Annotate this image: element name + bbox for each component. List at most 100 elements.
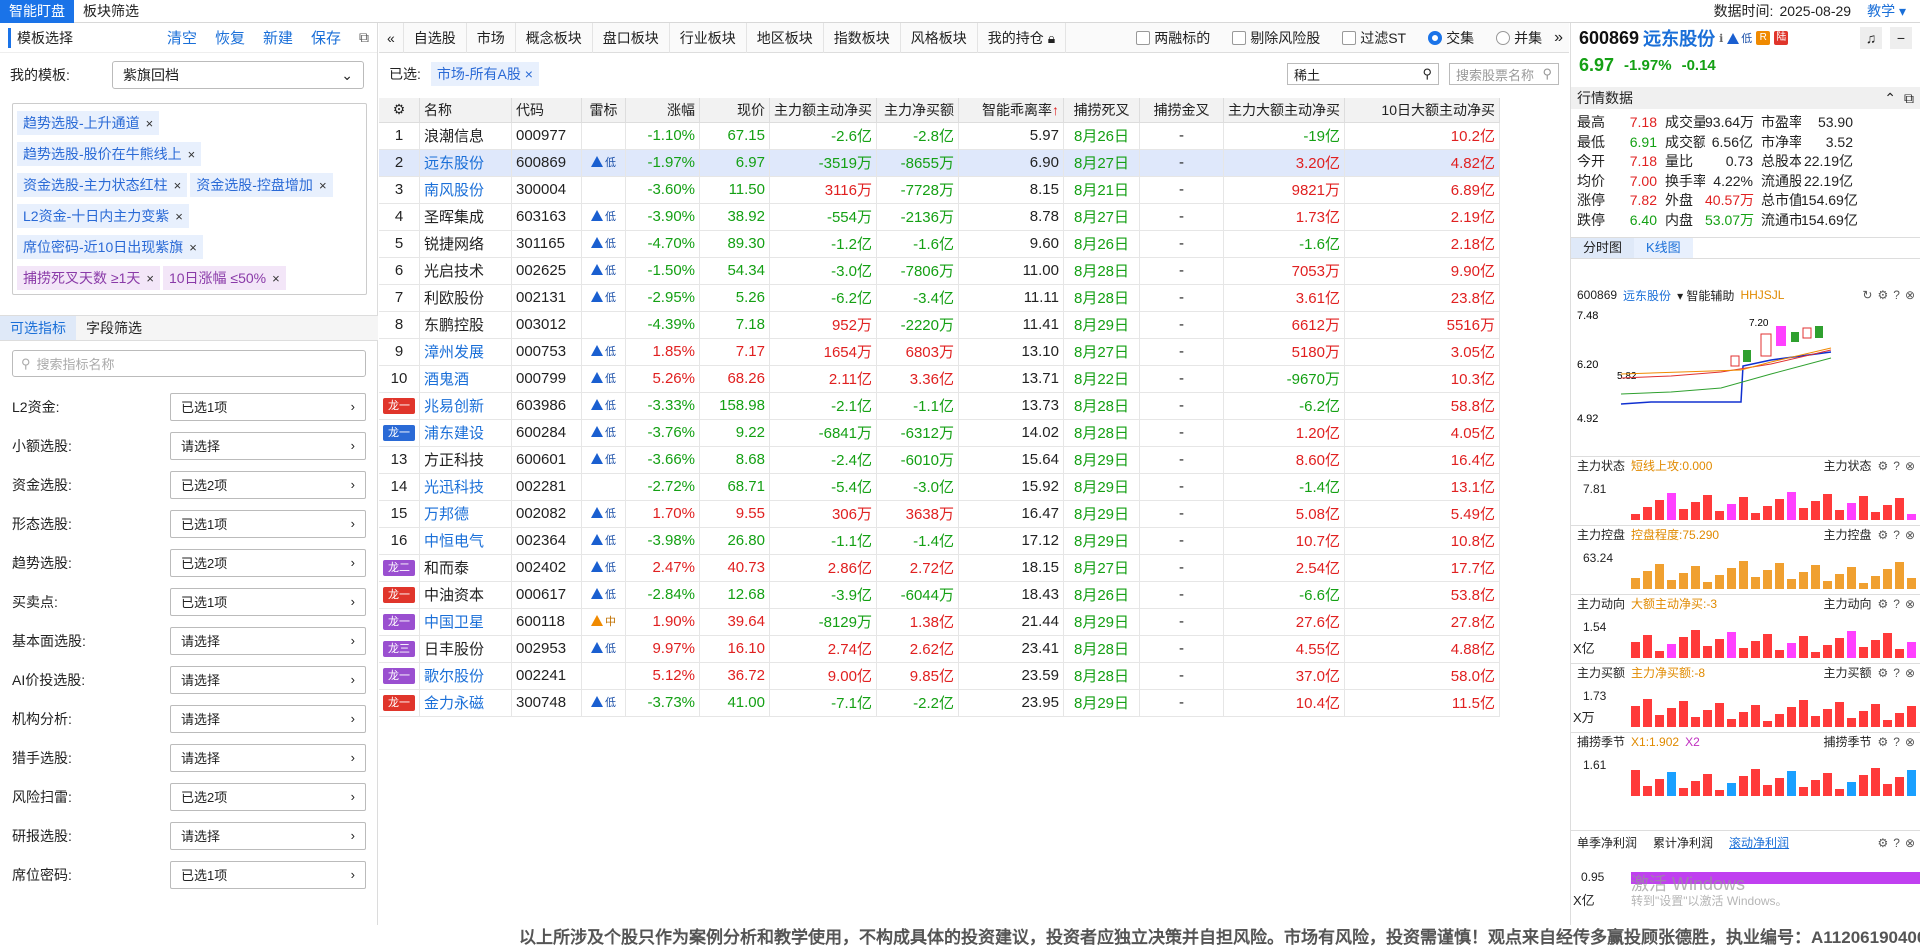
lei-badge[interactable]: 低 — [591, 343, 616, 359]
exclude-risk-check[interactable]: 剔除风险股 — [1232, 28, 1320, 48]
tab-watchlist[interactable]: 自选股 — [404, 22, 467, 53]
filter-select[interactable]: 已选1项 › — [170, 587, 366, 616]
filter-select[interactable]: 请选择 › — [170, 704, 366, 733]
tab-cumulative-profit[interactable]: 累计净利润 — [1653, 834, 1713, 851]
stock-name[interactable]: 日丰股份 — [419, 635, 512, 663]
col-deviation[interactable]: 智能乖离率↑ — [958, 98, 1064, 123]
lei-badge[interactable]: 低 — [591, 235, 616, 251]
stock-name[interactable]: 漳州发展 — [419, 338, 512, 366]
lei-badge[interactable]: 低 — [591, 640, 616, 656]
expand-right-icon[interactable]: » — [1554, 29, 1563, 47]
filter-select[interactable]: 请选择 › — [170, 431, 366, 460]
filter-st-check[interactable]: 过滤ST — [1342, 28, 1406, 48]
col-golden-cross[interactable]: 捕捞金叉 — [1139, 98, 1224, 123]
table-row[interactable]: 龙一 中国卫星 600118 中 1.90% 39.64 -8129万 1.38… — [379, 608, 1500, 636]
filter-select[interactable]: 已选2项 › — [170, 782, 366, 811]
close-icon[interactable]: ⊗ — [1905, 459, 1915, 473]
indicator-search-input[interactable]: ⚲ 搜索指标名称 — [12, 350, 366, 377]
table-row[interactable]: 龙一 浦东建设 600284 低 -3.76% 9.22 -6841万 -631… — [379, 419, 1500, 447]
clear-button[interactable]: 清空 — [167, 27, 197, 48]
tag[interactable]: 趋势选股-股价在牛熊线上 × — [17, 142, 202, 166]
export-icon[interactable]: ⧉ — [359, 29, 369, 46]
minus-icon[interactable]: − — [1890, 27, 1912, 49]
collapse-icon[interactable]: ⌃ — [1884, 90, 1896, 107]
stock-name[interactable]: 方正科技 — [419, 446, 512, 474]
table-row[interactable]: 2 远东股份 600869 低 -1.97% 6.97 -3519万 -8655… — [379, 149, 1500, 177]
col-active-net-buy[interactable]: 主力额主动净买 — [769, 98, 877, 123]
filter-select[interactable]: 已选1项 › — [170, 392, 366, 421]
stock-name[interactable]: 东鹏控股 — [419, 311, 512, 339]
stock-name[interactable]: 酒鬼酒 — [419, 365, 512, 393]
tab-index[interactable]: 指数板块 — [824, 22, 901, 53]
kline-chart[interactable]: 600869 远东股份 ▾ 智能辅助 HHJSJL ↻ ⚙? ⊗ 7.48 6.20… — [1571, 286, 1920, 456]
stock-name[interactable]: 万邦德 — [419, 500, 512, 528]
help-icon[interactable]: ? — [1893, 597, 1900, 611]
tab-quarter-profit[interactable]: 单季净利润 — [1577, 834, 1637, 851]
table-row[interactable]: 13 方正科技 600601 低 -3.66% 8.68 -2.4亿 -6010… — [379, 446, 1500, 474]
col-big-net-buy[interactable]: 主力大额主动净买 — [1223, 98, 1345, 123]
tag[interactable]: 10日涨幅 ≤50% × — [162, 266, 286, 290]
tab-optional-indicators[interactable]: 可选指标 — [0, 316, 76, 340]
col-price[interactable]: 现价 — [699, 98, 770, 123]
popout-icon[interactable]: ⧉ — [1904, 90, 1914, 107]
lei-badge[interactable]: 低 — [591, 559, 616, 575]
indicator-panel[interactable]: 主力动向 大额主动净买:-3 主力动向 ⚙? ⊗ 1.54 X亿 — [1571, 594, 1920, 663]
filter-select[interactable]: 请选择 › — [170, 743, 366, 772]
table-row[interactable]: 龙一 中油资本 000617 低 -2.84% 12.68 -3.9亿 -604… — [379, 581, 1500, 609]
tag[interactable]: 资金选股-控盘增加 × — [190, 173, 333, 197]
assist-toggle[interactable]: ▾ 智能辅助 — [1677, 287, 1734, 304]
lei-badge[interactable]: 低 — [591, 154, 616, 170]
tab-concept[interactable]: 概念板块 — [516, 22, 593, 53]
lei-badge[interactable]: 低 — [591, 424, 616, 440]
tag[interactable]: 席位密码-近10日出现紫旗 × — [17, 235, 203, 259]
lei-badge[interactable]: 低 — [591, 586, 616, 602]
filter-select[interactable]: 已选2项 › — [170, 470, 366, 499]
filter-select[interactable]: 已选2项 › — [170, 548, 366, 577]
table-row[interactable]: 9 漳州发展 000753 低 1.85% 7.17 1654万 6803万 1… — [379, 338, 1500, 366]
indicator-panel[interactable]: 主力买额 主力净买额:-8 主力买额 ⚙? ⊗ 1.73 X万 — [1571, 663, 1920, 732]
tab-industry[interactable]: 行业板块 — [670, 22, 747, 53]
gear-icon[interactable]: ⚙ — [1877, 459, 1888, 473]
tab-market[interactable]: 市场 — [467, 22, 516, 53]
stock-search-input[interactable]: 搜索股票名称 ⚲ — [1449, 63, 1559, 85]
lei-badge[interactable]: 低 — [591, 694, 616, 710]
table-row[interactable]: 16 中恒电气 002364 低 -3.98% 26.80 -1.1亿 -1.4… — [379, 527, 1500, 555]
stock-name[interactable]: 中恒电气 — [419, 527, 512, 555]
col-10d-net-buy[interactable]: 10日大额主动净买 — [1344, 98, 1500, 123]
filter-select[interactable]: 已选1项 › — [170, 860, 366, 889]
lei-badge[interactable]: 低 — [591, 208, 616, 224]
tab-smart-watch[interactable]: 智能盯盘 — [0, 0, 74, 23]
col-dead-cross[interactable]: 捕捞死叉 — [1063, 98, 1140, 123]
table-row[interactable]: 龙二 和而泰 002402 低 2.47% 40.73 2.86亿 2.72亿 … — [379, 554, 1500, 582]
gear-icon[interactable]: ⚙ — [1877, 597, 1888, 611]
filter-select[interactable]: 请选择 › — [170, 821, 366, 850]
tab-field-filter[interactable]: 字段筛选 — [76, 316, 152, 340]
teach-link[interactable]: 教学 ▾ — [1867, 1, 1906, 21]
table-row[interactable]: 龙一 歌尔股份 002241 5.12% 36.72 9.00亿 9.85亿 2… — [379, 662, 1500, 690]
lei-badge[interactable]: 低 — [591, 262, 616, 278]
table-row[interactable]: 5 锐捷网络 301165 低 -4.70% 89.30 -1.2亿 -1.6亿… — [379, 230, 1500, 258]
help-icon[interactable]: ? — [1893, 459, 1900, 473]
keyword-input[interactable]: 稀土 ⚲ — [1287, 63, 1439, 85]
tag[interactable]: 趋势选股-上升通道 × — [17, 111, 160, 135]
lei-badge[interactable]: 低 — [591, 370, 616, 386]
stock-name[interactable]: 兆易创新 — [419, 392, 512, 420]
save-button[interactable]: 保存 — [311, 27, 341, 48]
table-row[interactable]: 4 圣晖集成 603163 低 -3.90% 38.92 -554万 -2136… — [379, 203, 1500, 231]
filter-select[interactable]: 已选1项 › — [170, 509, 366, 538]
lei-badge[interactable]: 低 — [591, 532, 616, 548]
col-lei[interactable]: 雷标 — [581, 98, 626, 123]
tab-intraday[interactable]: 分时图 — [1571, 237, 1635, 258]
stock-name[interactable]: 利欧股份 — [419, 284, 512, 312]
close-icon[interactable]: ⊗ — [1905, 597, 1915, 611]
help-icon[interactable]: ? — [1893, 735, 1900, 749]
stock-name[interactable]: 歌尔股份 — [419, 662, 512, 690]
tag[interactable]: 捕捞死叉天数 ≥1天 × — [17, 266, 160, 290]
tab-rolling-profit[interactable]: 滚动净利润 — [1729, 834, 1789, 851]
table-row[interactable]: 1 浪潮信息 000977 -1.10% 67.15 -2.6亿 -2.8亿 5… — [379, 122, 1500, 150]
col-change[interactable]: 涨幅 — [625, 98, 700, 123]
stock-name[interactable]: 光启技术 — [419, 257, 512, 285]
lei-badge[interactable]: 低 — [591, 505, 616, 521]
tab-region[interactable]: 地区板块 — [747, 22, 824, 53]
new-button[interactable]: 新建 — [263, 27, 293, 48]
